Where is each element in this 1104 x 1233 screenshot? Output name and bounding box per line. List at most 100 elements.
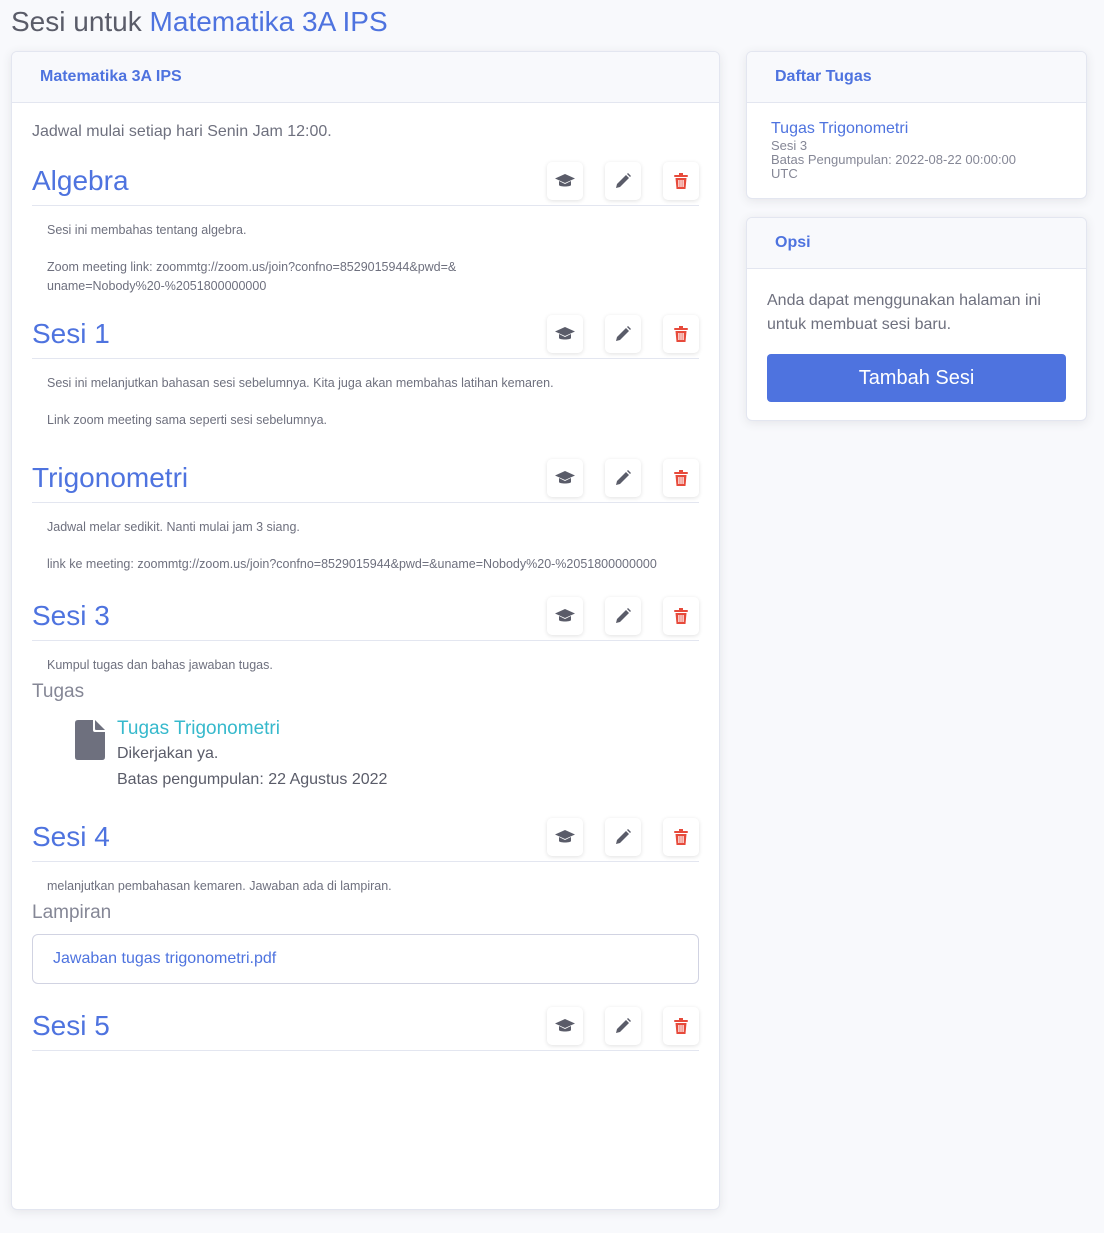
session-actions	[547, 162, 699, 200]
attachment-link[interactable]: Jawaban tugas trigonometri.pdf	[32, 934, 699, 984]
session-header: Algebra	[32, 159, 699, 206]
options-card: Opsi Anda dapat menggunakan halaman ini …	[746, 217, 1087, 421]
grade-button[interactable]	[547, 597, 583, 635]
session-title[interactable]: Algebra	[32, 167, 129, 195]
pencil-icon	[616, 173, 631, 188]
session-paragraph: melanjutkan pembahasan kemaren. Jawaban …	[47, 879, 392, 893]
grade-button[interactable]	[547, 162, 583, 200]
task-link[interactable]: Tugas Trigonometri	[117, 717, 387, 741]
grade-button[interactable]	[547, 315, 583, 353]
delete-button[interactable]	[663, 597, 699, 635]
trash-icon	[674, 173, 688, 189]
sessions-card-header: Matematika 3A IPS	[12, 52, 719, 103]
session-paragraph: Jadwal melar sedikit. Nanti mulai jam 3 …	[47, 520, 300, 534]
tasks-heading: Tugas	[32, 681, 85, 702]
session-paragraph: Kumpul tugas dan bahas jawaban tugas.	[47, 658, 273, 672]
session-paragraph: Zoom meeting link: zoommtg://zoom.us/joi…	[47, 260, 457, 293]
session-header: Sesi 5	[32, 1004, 699, 1051]
pencil-icon	[616, 470, 631, 485]
session-sesi-5: Sesi 5	[32, 1004, 699, 1051]
session-actions	[547, 459, 699, 497]
task-info: Tugas Trigonometri Dikerjakan ya. Batas …	[117, 717, 387, 793]
edit-button[interactable]	[605, 315, 641, 353]
session-header: Trigonometri	[32, 456, 699, 503]
graduation-cap-icon	[555, 174, 575, 187]
task-list-header: Daftar Tugas	[747, 52, 1086, 103]
task-deadline: Batas pengumpulan: 22 Agustus 2022	[117, 771, 388, 788]
trash-icon	[674, 829, 688, 845]
session-header: Sesi 3	[32, 594, 699, 641]
delete-button[interactable]	[663, 1007, 699, 1045]
options-header: Opsi	[747, 218, 1086, 269]
session-description: Kumpul tugas dan bahas jawaban tugas.	[32, 641, 699, 675]
session-paragraph: link ke meeting: zoommtg://zoom.us/join?…	[47, 557, 657, 571]
session-title[interactable]: Sesi 4	[32, 823, 110, 851]
task-list-card: Daftar Tugas Tugas Trigonometri Sesi 3 B…	[746, 51, 1087, 199]
file-icon	[75, 720, 105, 760]
grade-button[interactable]	[547, 459, 583, 497]
grade-button[interactable]	[547, 1007, 583, 1045]
trash-icon	[674, 608, 688, 624]
pencil-icon	[616, 829, 631, 844]
options-text: Anda dapat menggunakan halaman ini untuk…	[767, 292, 1041, 333]
session-title[interactable]: Sesi 3	[32, 602, 110, 630]
graduation-cap-icon	[555, 609, 575, 622]
session-description: Jadwal melar sedikit. Nanti mulai jam 3 …	[32, 503, 699, 574]
task-list-item-deadline: Batas Pengumpulan: 2022-08-22 00:00:00	[771, 152, 1017, 167]
session-header: Sesi 4	[32, 815, 699, 862]
session-actions	[547, 597, 699, 635]
edit-button[interactable]	[605, 162, 641, 200]
page-title-prefix: Sesi untuk	[11, 6, 142, 37]
edit-button[interactable]	[605, 459, 641, 497]
session-description: Sesi ini melanjutkan bahasan sesi sebelu…	[32, 359, 699, 430]
delete-button[interactable]	[663, 459, 699, 497]
session-description: melanjutkan pembahasan kemaren. Jawaban …	[32, 862, 699, 896]
edit-button[interactable]	[605, 818, 641, 856]
session-actions	[547, 1007, 699, 1045]
delete-button[interactable]	[663, 818, 699, 856]
graduation-cap-icon	[555, 327, 575, 340]
session-actions	[547, 315, 699, 353]
pencil-icon	[616, 608, 631, 623]
session-trigonometri: Trigonometri Jadwal melar sedikit. Nanti…	[32, 456, 699, 574]
graduation-cap-icon	[555, 1019, 575, 1032]
delete-button[interactable]	[663, 315, 699, 353]
session-paragraph: Sesi ini melanjutkan bahasan sesi sebelu…	[47, 376, 554, 390]
pencil-icon	[616, 1018, 631, 1033]
session-title[interactable]: Sesi 5	[32, 1012, 110, 1040]
trash-icon	[674, 326, 688, 342]
pencil-icon	[616, 326, 631, 341]
attachments-heading: Lampiran	[32, 902, 112, 923]
sessions-card-body: Jadwal mulai setiap hari Senin Jam 12:00…	[12, 103, 719, 1051]
session-title[interactable]: Trigonometri	[32, 464, 188, 492]
session-sesi-4: Sesi 4 melanjutkan pembahasan kemaren. J…	[32, 815, 699, 984]
sessions-card: Matematika 3A IPS Jadwal mulai setiap ha…	[11, 51, 720, 1210]
trash-icon	[674, 470, 688, 486]
add-session-button[interactable]: Tambah Sesi	[767, 354, 1066, 402]
schedule-text: Jadwal mulai setiap hari Senin Jam 12:00…	[32, 123, 332, 140]
edit-button[interactable]	[605, 1007, 641, 1045]
options-body: Anda dapat menggunakan halaman ini untuk…	[747, 269, 1086, 420]
session-description: Sesi ini membahas tentang algebra. Zoom …	[32, 206, 699, 296]
session-title[interactable]: Sesi 1	[32, 320, 110, 348]
session-paragraph: Link zoom meeting sama seperti sesi sebe…	[47, 413, 327, 427]
delete-button[interactable]	[663, 162, 699, 200]
task-item: Tugas Trigonometri Dikerjakan ya. Batas …	[75, 717, 699, 793]
session-actions	[547, 818, 699, 856]
task-list-item-session: Sesi 3	[771, 138, 808, 153]
page-title: Sesi untuk Matematika 3A IPS	[11, 6, 388, 38]
page-title-course: Matematika 3A IPS	[149, 6, 388, 37]
task-list-item-link[interactable]: Tugas Trigonometri	[771, 119, 1062, 139]
task-note: Dikerjakan ya.	[117, 745, 219, 762]
session-sesi-3: Sesi 3 Kumpul tugas dan bahas jawaban tu…	[32, 594, 699, 793]
graduation-cap-icon	[555, 471, 575, 484]
grade-button[interactable]	[547, 818, 583, 856]
task-list-body: Tugas Trigonometri Sesi 3 Batas Pengumpu…	[747, 103, 1086, 197]
trash-icon	[674, 1018, 688, 1034]
session-sesi-1: Sesi 1 Sesi ini melanjutkan bahasan sesi…	[32, 312, 699, 430]
graduation-cap-icon	[555, 830, 575, 843]
session-header: Sesi 1	[32, 312, 699, 359]
session-paragraph: Sesi ini membahas tentang algebra.	[47, 223, 247, 237]
edit-button[interactable]	[605, 597, 641, 635]
session-algebra: Algebra Sesi ini membahas tentang algebr…	[32, 159, 699, 296]
